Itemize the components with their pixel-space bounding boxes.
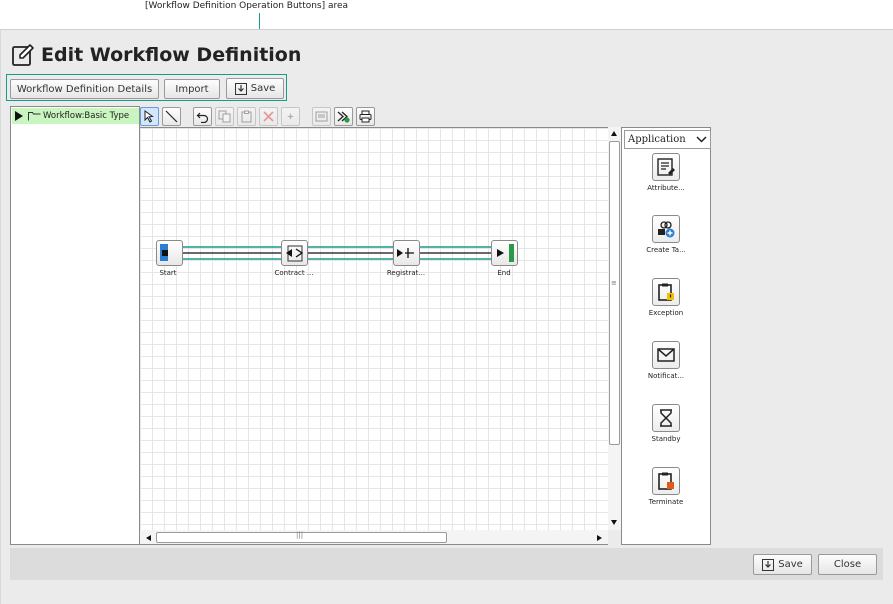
scroll-up-arrow-icon[interactable] (611, 131, 617, 136)
undo-button[interactable] (193, 106, 212, 126)
end-node-icon (497, 244, 514, 262)
palette-item-label: Create Ta... (646, 246, 686, 254)
palette-item-standby[interactable]: Standby (622, 404, 710, 443)
import-button[interactable]: Import (164, 79, 220, 99)
copy-button[interactable] (215, 106, 234, 126)
contract-node[interactable] (281, 240, 308, 266)
registration-node[interactable] (393, 240, 420, 266)
editor-toolbar (140, 106, 375, 126)
comment-button[interactable] (312, 106, 331, 126)
canvas-horizontal-scrollbar[interactable]: ||| (140, 530, 608, 545)
paste-icon (241, 110, 252, 122)
print-button[interactable] (356, 106, 375, 126)
component-palette: Application Attribute... Create Ta... Ex… (621, 127, 711, 545)
folder-icon (28, 111, 41, 120)
expand-arrow-icon[interactable] (15, 111, 23, 121)
exception-icon (652, 278, 680, 306)
scroll-left-arrow-icon[interactable] (146, 535, 151, 541)
palette-category-select[interactable]: Application (624, 130, 711, 149)
hourglass-icon (652, 404, 680, 432)
tree-item-label: Workflow:Basic Type (43, 111, 130, 121)
property-button[interactable] (281, 106, 300, 126)
canvas-vertical-scrollbar[interactable]: ≡ (608, 127, 621, 530)
select-tool-button[interactable] (140, 106, 159, 126)
footer-save-label: Save (778, 559, 803, 570)
save-icon (234, 82, 247, 95)
registration-node-label: Registrat... (386, 269, 426, 277)
palette-item-notification[interactable]: Notificat... (622, 341, 710, 380)
edit-icon (12, 44, 34, 66)
delete-button[interactable] (259, 106, 278, 126)
workflow-tree: Workflow:Basic Type (10, 106, 140, 545)
page-title: Edit Workflow Definition (41, 44, 302, 66)
registration-node-icon (397, 248, 414, 258)
page-header: Edit Workflow Definition (11, 40, 301, 70)
sparkle-icon (287, 112, 294, 120)
scroll-grip-icon: ≡ (611, 279, 617, 287)
palette-item-terminate[interactable]: Terminate (622, 467, 710, 506)
terminate-icon (652, 467, 680, 495)
palette-item-exception[interactable]: Exception (622, 278, 710, 317)
workflow-canvas[interactable]: Start Contract ... Registrat... End (140, 127, 608, 530)
copy-icon (218, 110, 231, 122)
palette-item-label: Exception (648, 309, 684, 317)
validate-button[interactable] (334, 106, 353, 126)
workflow-definition-details-button[interactable]: Workflow Definition Details (10, 79, 159, 99)
paste-button[interactable] (237, 106, 256, 126)
scroll-right-arrow-icon[interactable] (597, 535, 602, 541)
scroll-grip-icon: ||| (296, 531, 304, 539)
scroll-down-arrow-icon[interactable] (611, 520, 617, 525)
line-tool-button[interactable] (162, 106, 181, 126)
footer-save-button[interactable]: Save (753, 554, 812, 575)
palette-item-label: Terminate (648, 498, 684, 506)
print-icon (359, 110, 372, 122)
line-icon (165, 110, 178, 122)
save-icon (762, 558, 775, 571)
operation-buttons-callout: [Workflow Definition Operation Buttons] … (145, 1, 349, 11)
palette-item-label: Standby (651, 435, 681, 443)
vertical-scroll-thumb[interactable] (609, 141, 620, 445)
contract-node-label: Contract ... (274, 269, 314, 277)
undo-icon (196, 112, 209, 123)
notification-icon (652, 341, 680, 369)
palette-item-label: Attribute... (647, 184, 685, 192)
palette-item-attribute[interactable]: Attribute... (622, 153, 710, 192)
comment-icon (315, 111, 328, 121)
validate-icon (337, 111, 350, 123)
chevron-down-icon (696, 136, 707, 143)
start-node-icon (160, 244, 168, 261)
save-button-label: Save (250, 83, 276, 94)
import-button-label: Import (175, 83, 209, 95)
start-node-label: Start (159, 269, 177, 277)
palette-category-value: Application (628, 134, 686, 145)
end-node[interactable] (491, 240, 518, 266)
contract-node-icon (286, 245, 304, 262)
connector-lines (168, 246, 510, 260)
details-button-label: Workflow Definition Details (16, 83, 153, 95)
delete-icon (263, 110, 274, 122)
attribute-icon (652, 153, 680, 181)
save-button[interactable]: Save (226, 78, 284, 99)
start-node[interactable] (156, 240, 183, 266)
palette-item-create-task[interactable]: Create Ta... (622, 215, 710, 254)
close-button-label: Close (833, 559, 862, 570)
palette-item-label: Notificat... (647, 372, 685, 380)
pointer-icon (144, 109, 154, 123)
tree-item-workflow[interactable]: Workflow:Basic Type (12, 108, 139, 124)
create-task-icon (652, 215, 680, 243)
end-node-label: End (497, 269, 511, 277)
close-button[interactable]: Close (818, 554, 877, 575)
